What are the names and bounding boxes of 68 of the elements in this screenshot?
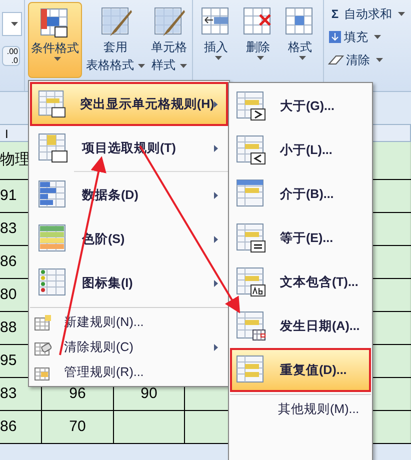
eraser-icon — [328, 54, 344, 66]
ribbon-button[interactable]: 插入 — [196, 2, 236, 78]
submenu-arrow-icon — [214, 192, 218, 198]
icon-set-icon — [38, 268, 68, 298]
table-brush-icon — [100, 6, 132, 38]
ribbon-button[interactable]: 条件格式 — [28, 2, 82, 78]
table-cell-text: 91 — [0, 186, 17, 206]
caret-icon — [54, 57, 60, 61]
date-icon — [236, 311, 266, 341]
caret-icon — [180, 64, 186, 68]
table-cell-text: 86 — [0, 416, 17, 437]
menu-item[interactable]: 图标集(I) — [30, 261, 228, 305]
highlight-rules-icon — [38, 89, 66, 119]
menu-item[interactable]: 重复值(D)... — [230, 348, 371, 392]
table-cell-text: 80 — [0, 284, 17, 305]
menu-item[interactable]: 介于(B)... — [230, 172, 371, 216]
new-rule-icon — [34, 314, 52, 332]
dropdown-field[interactable] — [2, 12, 22, 36]
cell-brush-icon — [153, 6, 185, 38]
caret-icon — [376, 58, 383, 62]
duplicate-icon — [236, 355, 266, 385]
equal-icon — [236, 223, 266, 253]
decrease-decimal-button[interactable]: .00 .0 — [2, 46, 20, 66]
submenu-arrow-icon — [214, 236, 218, 242]
between-icon — [236, 179, 266, 209]
table-cell-text: 86 — [0, 252, 17, 272]
ribbon-button[interactable]: Σ 自动求和 — [328, 4, 405, 24]
menu-item[interactable]: 等于(E)... — [230, 216, 371, 260]
ribbon-button[interactable]: 清除 — [328, 50, 405, 70]
table-cell-text: 90 — [140, 384, 158, 404]
submenu-arrow-icon — [214, 100, 218, 108]
menu-item[interactable]: 小于(L)... — [230, 128, 371, 172]
menu-item[interactable]: 其他规则(M)... — [230, 397, 371, 421]
less-than-icon — [236, 135, 266, 165]
menu-item[interactable]: 突出显示单元格规则(H) — [30, 82, 228, 126]
ribbon-button[interactable]: 单元格 样式 — [149, 2, 189, 78]
greater-than-icon — [236, 91, 266, 121]
ribbon-button[interactable]: 填充 — [328, 27, 405, 47]
ribbon-button[interactable]: 套用 表格格式 — [84, 2, 147, 78]
fill-down-icon — [328, 30, 342, 44]
caret-icon — [374, 35, 381, 39]
submenu-arrow-icon — [214, 144, 218, 152]
caret-icon — [214, 56, 222, 60]
data-bar-icon — [38, 180, 68, 210]
menu-item[interactable]: 文本包含(T)... — [230, 260, 371, 304]
caret-icon — [138, 64, 145, 68]
ribbon-button[interactable]: 删除 — [238, 2, 278, 78]
top-rules-icon — [38, 133, 68, 163]
menu-item[interactable]: 管理规则(R)... — [30, 360, 228, 385]
table-cell-text: 83 — [0, 384, 17, 404]
table-cell-text: 70 — [69, 416, 86, 437]
table-cell-text: 83 — [0, 218, 17, 239]
text-contains-icon — [236, 267, 266, 297]
menu-item[interactable]: 大于(G)... — [230, 84, 371, 128]
submenu-arrow-icon — [214, 280, 218, 286]
caret-icon — [298, 56, 306, 60]
column-header: I — [5, 127, 8, 141]
table-cell-text: 96 — [69, 384, 86, 404]
caret-icon — [398, 12, 405, 16]
ribbon-button[interactable]: 格式 — [280, 2, 320, 78]
table-cell-text: 95 — [0, 350, 17, 371]
submenu-arrow-icon — [214, 344, 218, 351]
color-scale-icon — [38, 224, 68, 254]
caret-icon — [256, 56, 264, 60]
menu-item[interactable]: 清除规则(C) — [30, 335, 228, 360]
menu-item[interactable]: 发生日期(A)... — [230, 304, 371, 348]
caret-icon — [10, 22, 18, 26]
table-cell-text: 88 — [0, 318, 17, 338]
